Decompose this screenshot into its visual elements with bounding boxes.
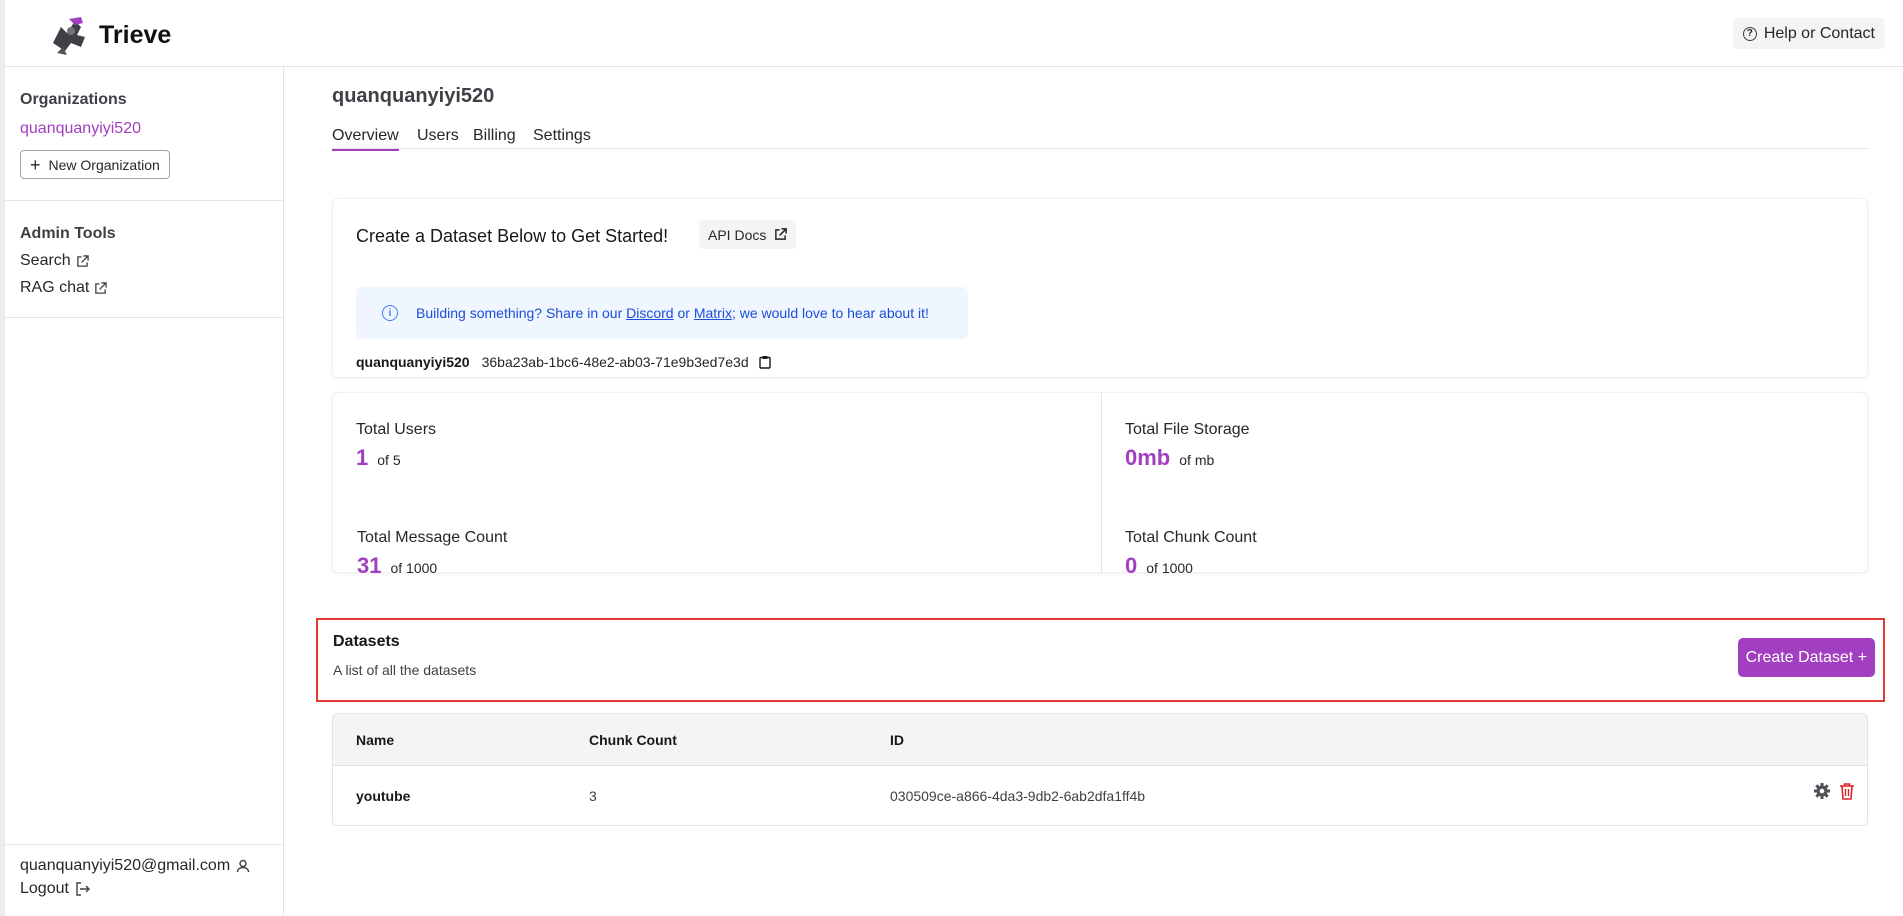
user-icon [236, 859, 250, 873]
info-text-mid: or [677, 305, 690, 321]
datasets-header: Datasets A list of all the datasets Crea… [316, 618, 1885, 702]
app-root: Trieve ? Help or Contact Organizations q… [0, 0, 1903, 916]
help-contact-label: Help or Contact [1763, 24, 1875, 42]
community-info-banner: i Building something? Share in our Disco… [356, 287, 968, 339]
logout-label: Logout [20, 880, 69, 897]
tab-billing[interactable]: Billing [473, 127, 516, 149]
info-icon: i [382, 305, 398, 321]
top-bar: Trieve ? Help or Contact [5, 0, 1903, 67]
trieve-logo-icon [53, 17, 85, 55]
org-id-value: 36ba23ab-1bc6-48e2-ab03-71e9b3ed7e3d [481, 354, 749, 370]
organizations-heading: Organizations [20, 91, 127, 108]
stat-limit: of 5 [377, 452, 401, 468]
sidebar-item-org[interactable]: quanquanyiyi520 [20, 120, 268, 138]
help-contact-button[interactable]: ? Help or Contact [1732, 18, 1885, 49]
sidebar-item-label: RAG chat [20, 279, 90, 296]
new-organization-button[interactable]: + New Organization [20, 150, 170, 179]
getting-started-card: Create a Dataset Below to Get Started! A… [332, 198, 1868, 378]
tab-users[interactable]: Users [417, 127, 459, 149]
clipboard-icon[interactable] [758, 355, 771, 369]
create-dataset-button[interactable]: Create Dataset + [1737, 638, 1875, 677]
org-id-name: quanquanyiyi520 [356, 354, 470, 370]
stat-value: 0mb [1125, 445, 1171, 470]
stat-value: 0 [1125, 553, 1138, 578]
column-header-id: ID [890, 732, 904, 748]
info-text-prefix: Building something? Share in our [416, 305, 623, 321]
table-header: Name Chunk Count ID [333, 714, 1867, 766]
question-icon: ? [1742, 26, 1757, 41]
column-header-name: Name [356, 732, 395, 748]
stat-total-message-count: Total Message Count 31 of 1000 [357, 529, 507, 579]
discord-link[interactable]: Discord [626, 305, 673, 321]
stats-divider [1101, 393, 1102, 573]
dataset-id: 030509ce-a866-4da3-9db2-6ab2dfa1ff4b [890, 788, 1146, 804]
organizations-section: Organizations quanquanyiyi520 + New Orga… [5, 67, 283, 201]
stat-label: Total Chunk Count [1125, 529, 1257, 546]
admin-tools-section: Admin Tools Search RAG chat [5, 201, 283, 318]
stat-total-chunk-count: Total Chunk Count 0 of 1000 [1125, 529, 1257, 579]
datasets-table: Name Chunk Count ID youtube 3 030509ce-a… [332, 713, 1868, 826]
tabs-divider [332, 148, 1868, 149]
tab-settings[interactable]: Settings [533, 127, 591, 149]
info-text-suffix: ; we would love to hear about it! [731, 305, 929, 321]
settings-gear-icon[interactable] [1813, 782, 1831, 800]
sidebar-item-rag-chat[interactable]: RAG chat [20, 279, 268, 297]
stat-value: 31 [357, 553, 382, 578]
sidebar-item-search[interactable]: Search [20, 252, 268, 270]
sidebar: Organizations quanquanyiyi520 + New Orga… [5, 67, 284, 916]
stat-total-users: Total Users 1 of 5 [356, 421, 436, 471]
table-row[interactable]: youtube 3 030509ce-a866-4da3-9db2-6ab2df… [333, 766, 1867, 825]
stat-total-file-storage: Total File Storage 0mb of mb [1125, 421, 1250, 471]
column-header-chunk-count: Chunk Count [589, 732, 677, 748]
external-link-icon [76, 254, 89, 267]
datasets-title: Datasets [333, 633, 400, 650]
admin-tools-heading: Admin Tools [20, 225, 116, 242]
user-account[interactable]: quanquanyiyi520@gmail.com [20, 857, 269, 875]
user-email: quanquanyiyi520@gmail.com [20, 857, 231, 874]
org-id-row: quanquanyiyi520 36ba23ab-1bc6-48e2-ab03-… [356, 354, 771, 370]
stat-limit: of mb [1179, 452, 1215, 468]
stat-label: Total File Storage [1125, 421, 1250, 438]
usage-stats-card: Total Users 1 of 5 Total File Storage 0mb… [332, 392, 1868, 578]
stat-label: Total Message Count [357, 529, 508, 546]
datasets-subtitle: A list of all the datasets [333, 662, 477, 678]
row-actions [1805, 782, 1855, 800]
logo[interactable]: Trieve [47, 13, 171, 57]
sidebar-item-label: Search [20, 252, 71, 269]
plus-icon: + [30, 154, 41, 175]
stat-value: 1 [356, 445, 369, 470]
api-docs-label: API Docs [708, 226, 767, 243]
external-link-icon [95, 281, 108, 294]
stat-limit: of 1000 [390, 560, 438, 576]
page-title: quanquanyiyi520 [332, 85, 495, 107]
matrix-link[interactable]: Matrix [694, 305, 732, 321]
logout-icon [76, 882, 90, 896]
external-link-icon [775, 228, 788, 240]
sidebar-footer: quanquanyiyi520@gmail.com Logout [5, 844, 284, 916]
dataset-name[interactable]: youtube [356, 788, 410, 804]
app-name: Trieve [99, 20, 172, 49]
getting-started-title: Create a Dataset Below to Get Started! [356, 226, 669, 246]
new-organization-label: New Organization [48, 156, 160, 173]
logout-button[interactable]: Logout [20, 880, 269, 898]
stat-limit: of 1000 [1146, 560, 1193, 576]
dataset-chunk-count: 3 [589, 788, 597, 804]
api-docs-button[interactable]: API Docs [699, 220, 797, 249]
stat-label: Total Users [356, 421, 437, 438]
delete-trash-icon[interactable] [1839, 782, 1855, 800]
